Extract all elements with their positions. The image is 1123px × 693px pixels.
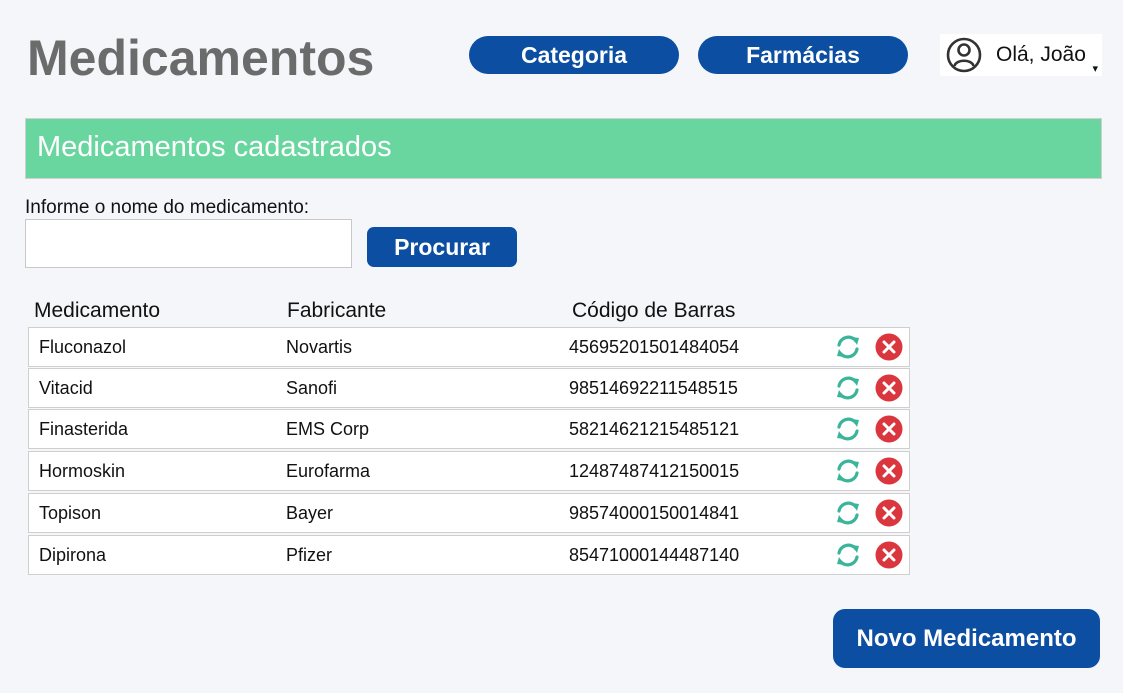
- cell-medicamento: Topison: [39, 503, 102, 523]
- cell-fabricante: Eurofarma: [286, 461, 371, 481]
- cell-medicamento: Finasterida: [39, 419, 129, 439]
- search-input[interactable]: [25, 219, 352, 268]
- delete-icon[interactable]: [874, 456, 904, 486]
- page-title: Medicamentos: [27, 30, 375, 86]
- delete-icon[interactable]: [874, 332, 904, 362]
- nav-categoria-button[interactable]: Categoria: [469, 36, 679, 74]
- cell-fabricante: Bayer: [286, 503, 334, 523]
- cell-codigo-barras: 58214621215485121: [569, 419, 740, 439]
- table-row: Dipirona Pfizer 85471000144487140: [28, 535, 910, 575]
- cell-fabricante: Novartis: [286, 337, 353, 357]
- cell-fabricante: Sanofi: [286, 378, 338, 398]
- table-row: Finasterida EMS Corp 58214621215485121: [28, 409, 910, 449]
- refresh-icon[interactable]: [833, 373, 863, 403]
- table-row: Vitacid Sanofi 98514692211548515: [28, 368, 910, 408]
- new-medicamento-button[interactable]: Novo Medicamento: [833, 609, 1100, 668]
- column-header-medicamento: Medicamento: [34, 299, 161, 322]
- cell-medicamento: Hormoskin: [39, 461, 126, 481]
- user-menu[interactable]: Olá, João ▾: [940, 34, 1102, 76]
- user-greeting: Olá, João: [996, 43, 1086, 66]
- cell-fabricante: Pfizer: [286, 545, 333, 565]
- search-button[interactable]: Procurar: [367, 227, 517, 267]
- chevron-down-icon: ▾: [1092, 63, 1098, 75]
- table-row: Fluconazol Novartis 45695201501484054: [28, 327, 910, 367]
- search-label: Informe o nome do medicamento:: [25, 197, 310, 218]
- delete-icon[interactable]: [874, 414, 904, 444]
- table-row: Hormoskin Eurofarma 12487487412150015: [28, 451, 910, 491]
- delete-icon[interactable]: [874, 373, 904, 403]
- cell-medicamento: Dipirona: [39, 545, 107, 565]
- refresh-icon[interactable]: [833, 498, 863, 528]
- cell-codigo-barras: 98514692211548515: [569, 378, 738, 398]
- table-row: Topison Bayer 98574000150014841: [28, 493, 910, 533]
- cell-fabricante: EMS Corp: [286, 419, 370, 439]
- cell-codigo-barras: 98574000150014841: [569, 503, 740, 523]
- cell-codigo-barras: 45695201501484054: [569, 337, 740, 357]
- cell-codigo-barras: 85471000144487140: [569, 545, 740, 565]
- column-header-codigo: Código de Barras: [572, 299, 736, 322]
- refresh-icon[interactable]: [833, 332, 863, 362]
- nav-farmacias-button[interactable]: Farmácias: [698, 36, 908, 74]
- cell-medicamento: Fluconazol: [39, 337, 127, 357]
- delete-icon[interactable]: [874, 540, 904, 570]
- section-title: Medicamentos cadastrados: [37, 131, 392, 163]
- user-circle-icon: [946, 37, 982, 73]
- refresh-icon[interactable]: [833, 414, 863, 444]
- cell-codigo-barras: 12487487412150015: [569, 461, 740, 481]
- column-header-fabricante: Fabricante: [287, 299, 387, 322]
- cell-medicamento: Vitacid: [39, 378, 93, 398]
- section-banner: Medicamentos cadastrados: [25, 118, 1102, 179]
- refresh-icon[interactable]: [833, 540, 863, 570]
- delete-icon[interactable]: [874, 498, 904, 528]
- refresh-icon[interactable]: [833, 456, 863, 486]
